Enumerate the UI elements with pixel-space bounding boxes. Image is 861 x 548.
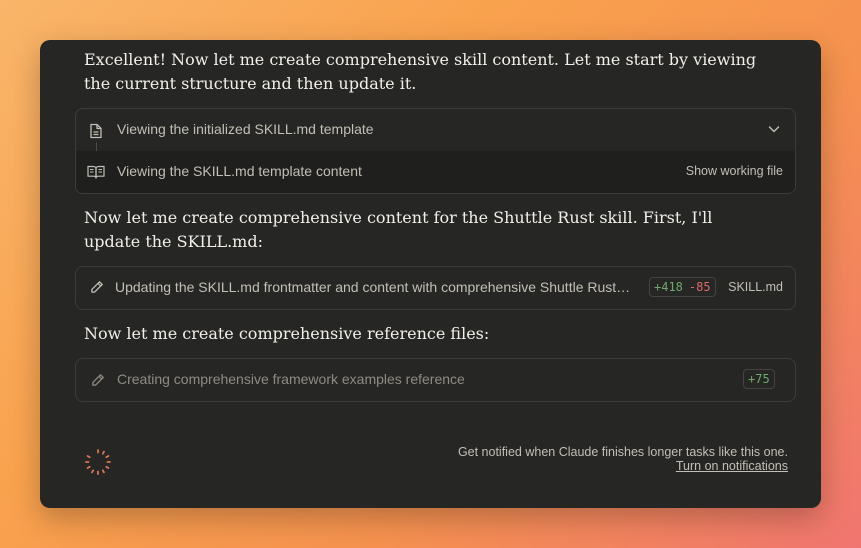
show-working-file-button[interactable]: Show working file: [686, 164, 783, 178]
notification-text: Get notified when Claude finishes longer…: [457, 445, 788, 459]
assistant-message-intro: Excellent! Now let me create comprehensi…: [84, 50, 757, 93]
pencil-icon: [92, 374, 104, 386]
update-tool-card[interactable]: Updating the SKILL.md frontmatter and co…: [75, 266, 796, 310]
update-tool-label: Updating the SKILL.md frontmatter and co…: [115, 279, 631, 295]
assistant-message-middle: Now let me create comprehensive content …: [84, 208, 713, 251]
lines-removed: -85: [688, 280, 711, 294]
tool-row-label: Viewing the initialized SKILL.md templat…: [117, 121, 374, 137]
book-icon: [87, 165, 105, 179]
lines-added: +418: [654, 280, 683, 294]
create-tool-label: Creating comprehensive framework example…: [117, 371, 465, 387]
diff-stats-badge: +418 -85: [649, 277, 716, 297]
document-icon: [90, 123, 102, 139]
assistant-message-refs: Now let me create comprehensive referenc…: [84, 324, 490, 343]
lines-added: +75: [748, 372, 770, 386]
chevron-down-icon[interactable]: [768, 124, 780, 134]
loading-spinner-icon: [85, 449, 111, 475]
diff-stats-badge: +75: [743, 369, 775, 389]
chat-panel: Excellent! Now let me create comprehensi…: [40, 40, 821, 508]
tool-row-viewing-template[interactable]: Viewing the initialized SKILL.md templat…: [76, 109, 795, 151]
turn-on-notifications-link[interactable]: Turn on notifications: [676, 459, 788, 473]
tool-group-card: Viewing the initialized SKILL.md templat…: [75, 108, 796, 194]
tool-row-viewing-content[interactable]: Viewing the SKILL.md template content Sh…: [76, 151, 795, 193]
create-tool-card[interactable]: Creating comprehensive framework example…: [75, 358, 796, 402]
file-name-label: SKILL.md: [728, 280, 783, 294]
notification-prompt: Get notified when Claude finishes longer…: [458, 445, 788, 473]
tool-row-label: Viewing the SKILL.md template content: [117, 163, 362, 179]
pencil-icon: [91, 281, 103, 293]
